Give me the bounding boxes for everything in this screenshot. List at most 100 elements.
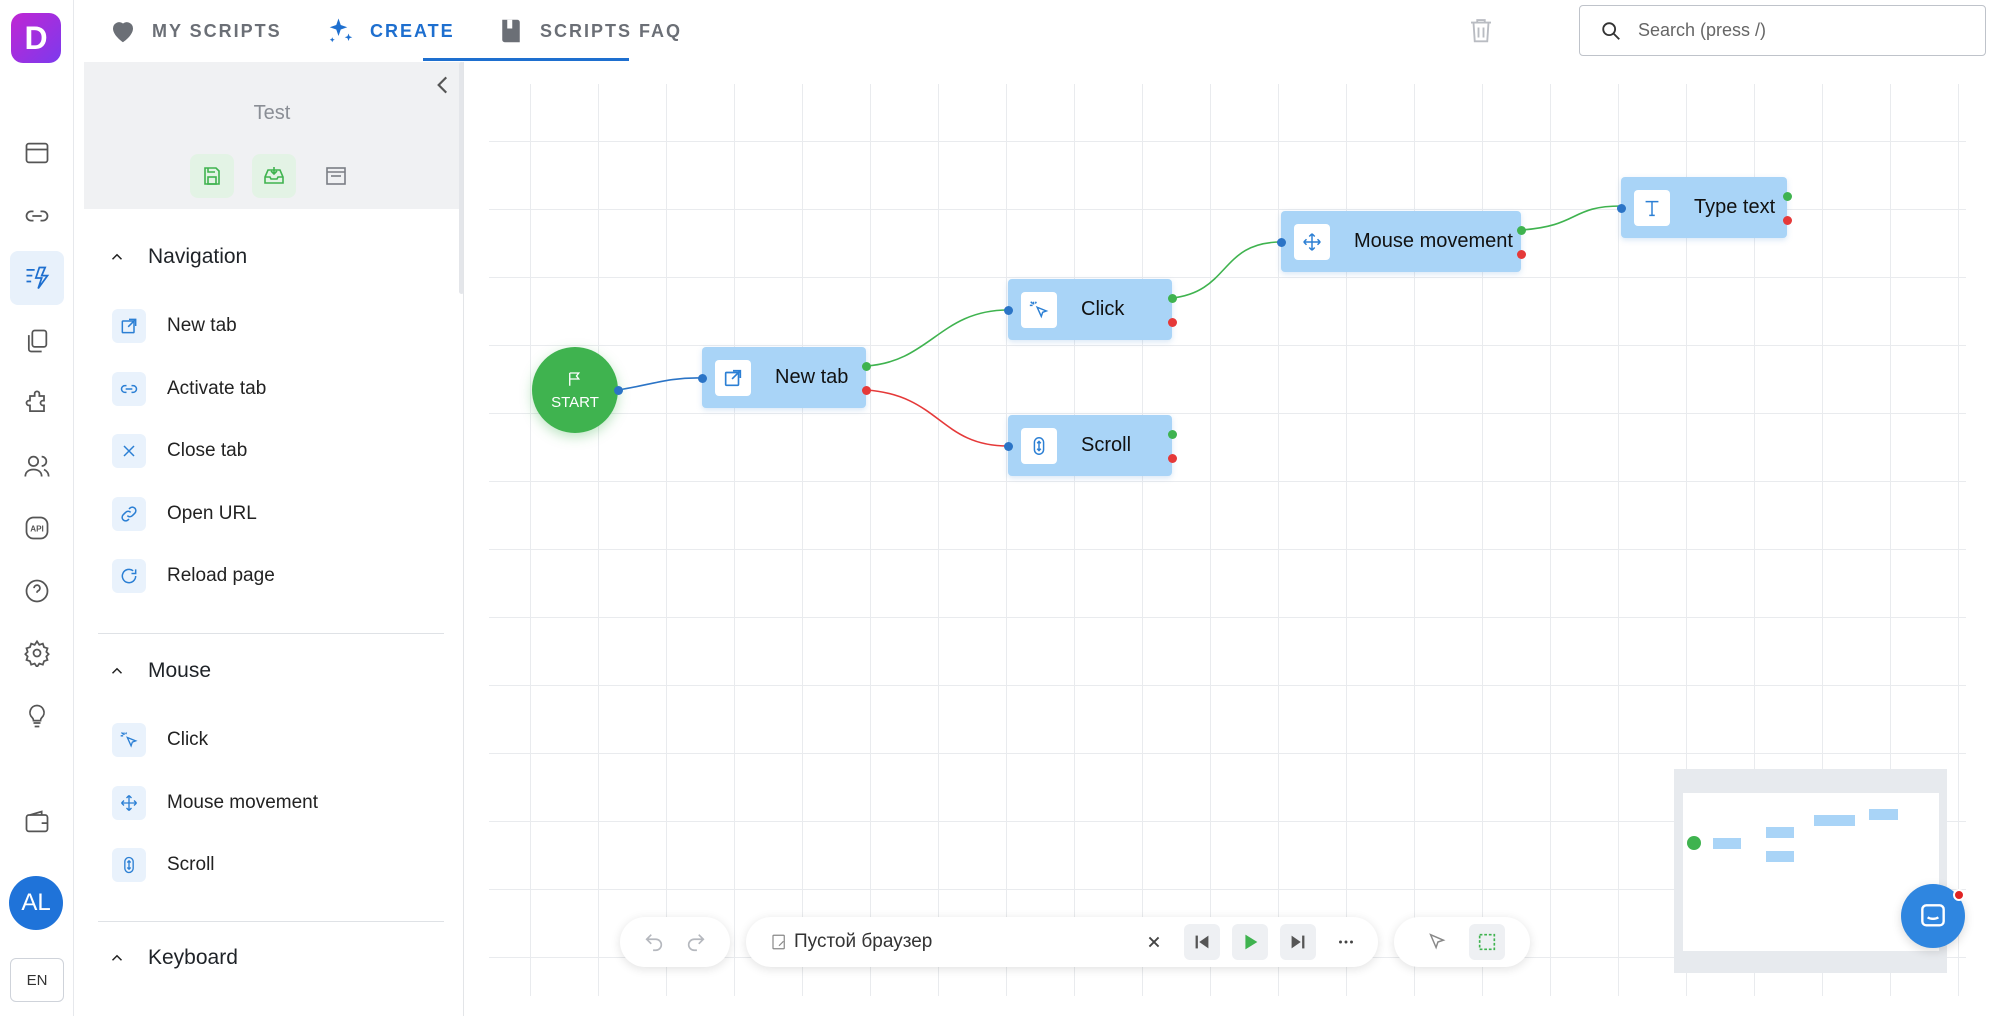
block-label: Close tab [167,440,248,461]
settings-icon[interactable] [10,626,64,680]
error-port[interactable] [1783,216,1792,225]
step-forward-button[interactable] [1280,924,1316,960]
redo-button[interactable] [678,924,714,960]
script-name[interactable]: Test [84,102,460,125]
search-input[interactable] [1638,20,1958,41]
search-field[interactable] [1579,5,1986,56]
block-activate-tab[interactable]: Activate tab [112,372,266,406]
node-click[interactable]: Click [1008,279,1172,340]
scroll-icon [1033,436,1045,455]
input-port[interactable] [1617,204,1626,213]
block-close-tab[interactable]: Close tab [112,434,247,468]
block-scroll[interactable]: Scroll [112,848,215,882]
minimap-start [1687,836,1701,850]
error-port[interactable] [1517,250,1526,259]
trash-icon[interactable] [1466,15,1496,45]
tab-my-scripts[interactable]: MY SCRIPTS [108,0,282,62]
input-port[interactable] [1004,442,1013,451]
input-port[interactable] [698,374,707,383]
block-click[interactable]: Click [112,723,208,757]
lightbulb-icon[interactable] [10,689,64,743]
success-port[interactable] [1517,226,1526,235]
script-actions [190,154,358,198]
minimap-viewport [1683,793,1939,951]
copy-icon[interactable] [10,314,64,368]
save-button[interactable] [190,154,234,198]
heart-icon [113,22,133,43]
block-mouse-movement[interactable]: Mouse movement [112,786,318,820]
wallet-icon[interactable] [10,795,64,849]
playback-buttons [1136,924,1364,960]
tab-label: CREATE [370,20,455,41]
more-options-button[interactable] [1328,924,1364,960]
skip-forward-icon [1291,935,1305,949]
input-port[interactable] [1277,238,1286,247]
start-node[interactable]: START [532,347,618,433]
success-port[interactable] [862,362,871,371]
browser-profile-selector[interactable]: Пустой браузер [770,931,932,953]
node-mouse-movement[interactable]: Mouse movement [1281,211,1521,272]
minimap[interactable] [1674,769,1947,973]
undo-button[interactable] [636,924,672,960]
script-header: Test [84,62,463,209]
app-logo[interactable]: D [11,13,61,63]
save-icon [204,167,220,185]
block-open-url[interactable]: Open URL [112,497,257,531]
divider [98,921,444,922]
node-new-tab[interactable]: New tab [702,347,866,408]
tab-create[interactable]: CREATE [326,0,455,62]
book-icon [502,19,520,43]
clear-profile-button[interactable] [1136,924,1172,960]
link-icon[interactable] [10,189,64,243]
block-new-tab[interactable]: New tab [112,309,237,343]
block-reload-page[interactable]: Reload page [112,559,275,593]
node-scroll[interactable]: Scroll [1008,415,1172,476]
redo-icon [687,934,705,952]
inbox-download-icon [264,167,284,184]
section-title: Keyboard [148,946,238,969]
run-button[interactable] [1232,924,1268,960]
users-icon[interactable] [10,439,64,493]
section-keyboard[interactable]: Keyboard [108,946,238,970]
external-link-icon [121,318,137,334]
error-port[interactable] [862,386,871,395]
block-label: New tab [167,315,237,336]
language-switch[interactable]: EN [10,958,64,1002]
puzzle-icon[interactable] [10,376,64,430]
section-navigation[interactable]: Navigation [108,245,247,269]
block-label: Reload page [167,565,275,586]
help-icon[interactable] [10,564,64,618]
layout-icon [326,167,346,185]
input-port[interactable] [1004,306,1013,315]
node-label: New tab [775,366,849,388]
section-mouse[interactable]: Mouse [108,659,211,683]
tab-scripts-faq[interactable]: SCRIPTS FAQ [496,0,682,62]
error-port[interactable] [1168,454,1177,463]
browser-profiles-icon[interactable] [10,126,64,180]
error-port[interactable] [1168,318,1177,327]
play-icon [1245,934,1258,950]
node-type-text[interactable]: Type text [1621,177,1787,238]
template-button[interactable] [314,154,358,198]
automation-icon[interactable] [10,251,64,305]
skip-back-icon [1195,935,1209,949]
user-avatar[interactable]: AL [9,876,63,930]
move-icon [121,795,137,811]
chevron-up-icon [111,667,123,674]
area-select-button[interactable] [1469,924,1505,960]
node-label: Scroll [1081,434,1132,456]
chevron-left-icon[interactable] [430,72,456,98]
panel-scrollbar[interactable] [459,62,463,294]
export-button[interactable] [252,154,296,198]
minimap-node [1713,838,1741,849]
success-port[interactable] [1783,192,1792,201]
start-output-port[interactable] [614,386,623,395]
api-icon[interactable]: API [10,501,64,555]
step-back-button[interactable] [1184,924,1220,960]
chat-unread-indicator [1953,889,1965,901]
select-tool-button[interactable] [1419,924,1455,960]
success-port[interactable] [1168,430,1177,439]
node-label: Click [1081,298,1125,320]
success-port[interactable] [1168,294,1177,303]
section-title: Mouse [148,659,212,682]
